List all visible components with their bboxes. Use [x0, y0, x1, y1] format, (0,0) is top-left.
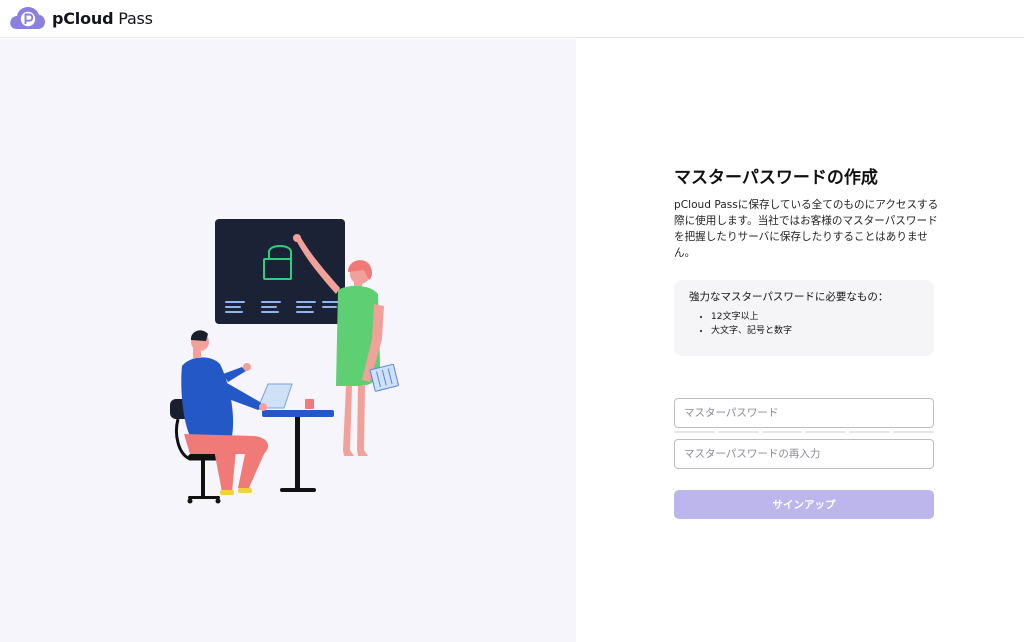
pcloud-logo-icon — [10, 7, 45, 29]
requirements-title: 強力なマスターパスワードに必要なもの： — [689, 291, 889, 303]
strength-segment — [761, 431, 803, 433]
master-password-confirm-input[interactable] — [674, 439, 934, 469]
illustration-panel — [0, 39, 576, 642]
top-bar: pCloud Pass — [0, 0, 1024, 38]
signup-button[interactable]: サインアップ — [674, 490, 934, 519]
strength-segment — [717, 431, 759, 433]
password-requirements-box: 強力なマスターパスワードに必要なもの： 12文字以上 大文字、記号と数字 — [674, 280, 934, 356]
master-password-input[interactable] — [674, 398, 934, 428]
strength-segment — [805, 431, 847, 433]
strength-segment — [674, 431, 715, 433]
requirements-list: 12文字以上 大文字、記号と数字 — [689, 310, 919, 338]
password-strength-meter — [674, 431, 934, 433]
signup-panel: マスターパスワードの作成 pCloud Passに保存している全てのものにアクセ… — [576, 39, 1024, 642]
requirement-item: 大文字、記号と数字 — [711, 324, 919, 338]
description-text: pCloud Passに保存している全てのものにアクセスする際に使用します。当社… — [674, 199, 939, 259]
requirement-item: 12文字以上 — [711, 310, 919, 324]
brand-name-light: Pass — [113, 8, 153, 28]
brand-name: pCloud Pass — [52, 9, 153, 28]
brand-logo[interactable]: pCloud Pass — [8, 5, 153, 31]
strength-segment — [849, 431, 891, 433]
team-security-illustration — [170, 219, 399, 504]
page-title: マスターパスワードの作成 — [674, 168, 878, 188]
strength-segment — [893, 431, 934, 433]
brand-name-bold: pCloud — [52, 8, 114, 28]
